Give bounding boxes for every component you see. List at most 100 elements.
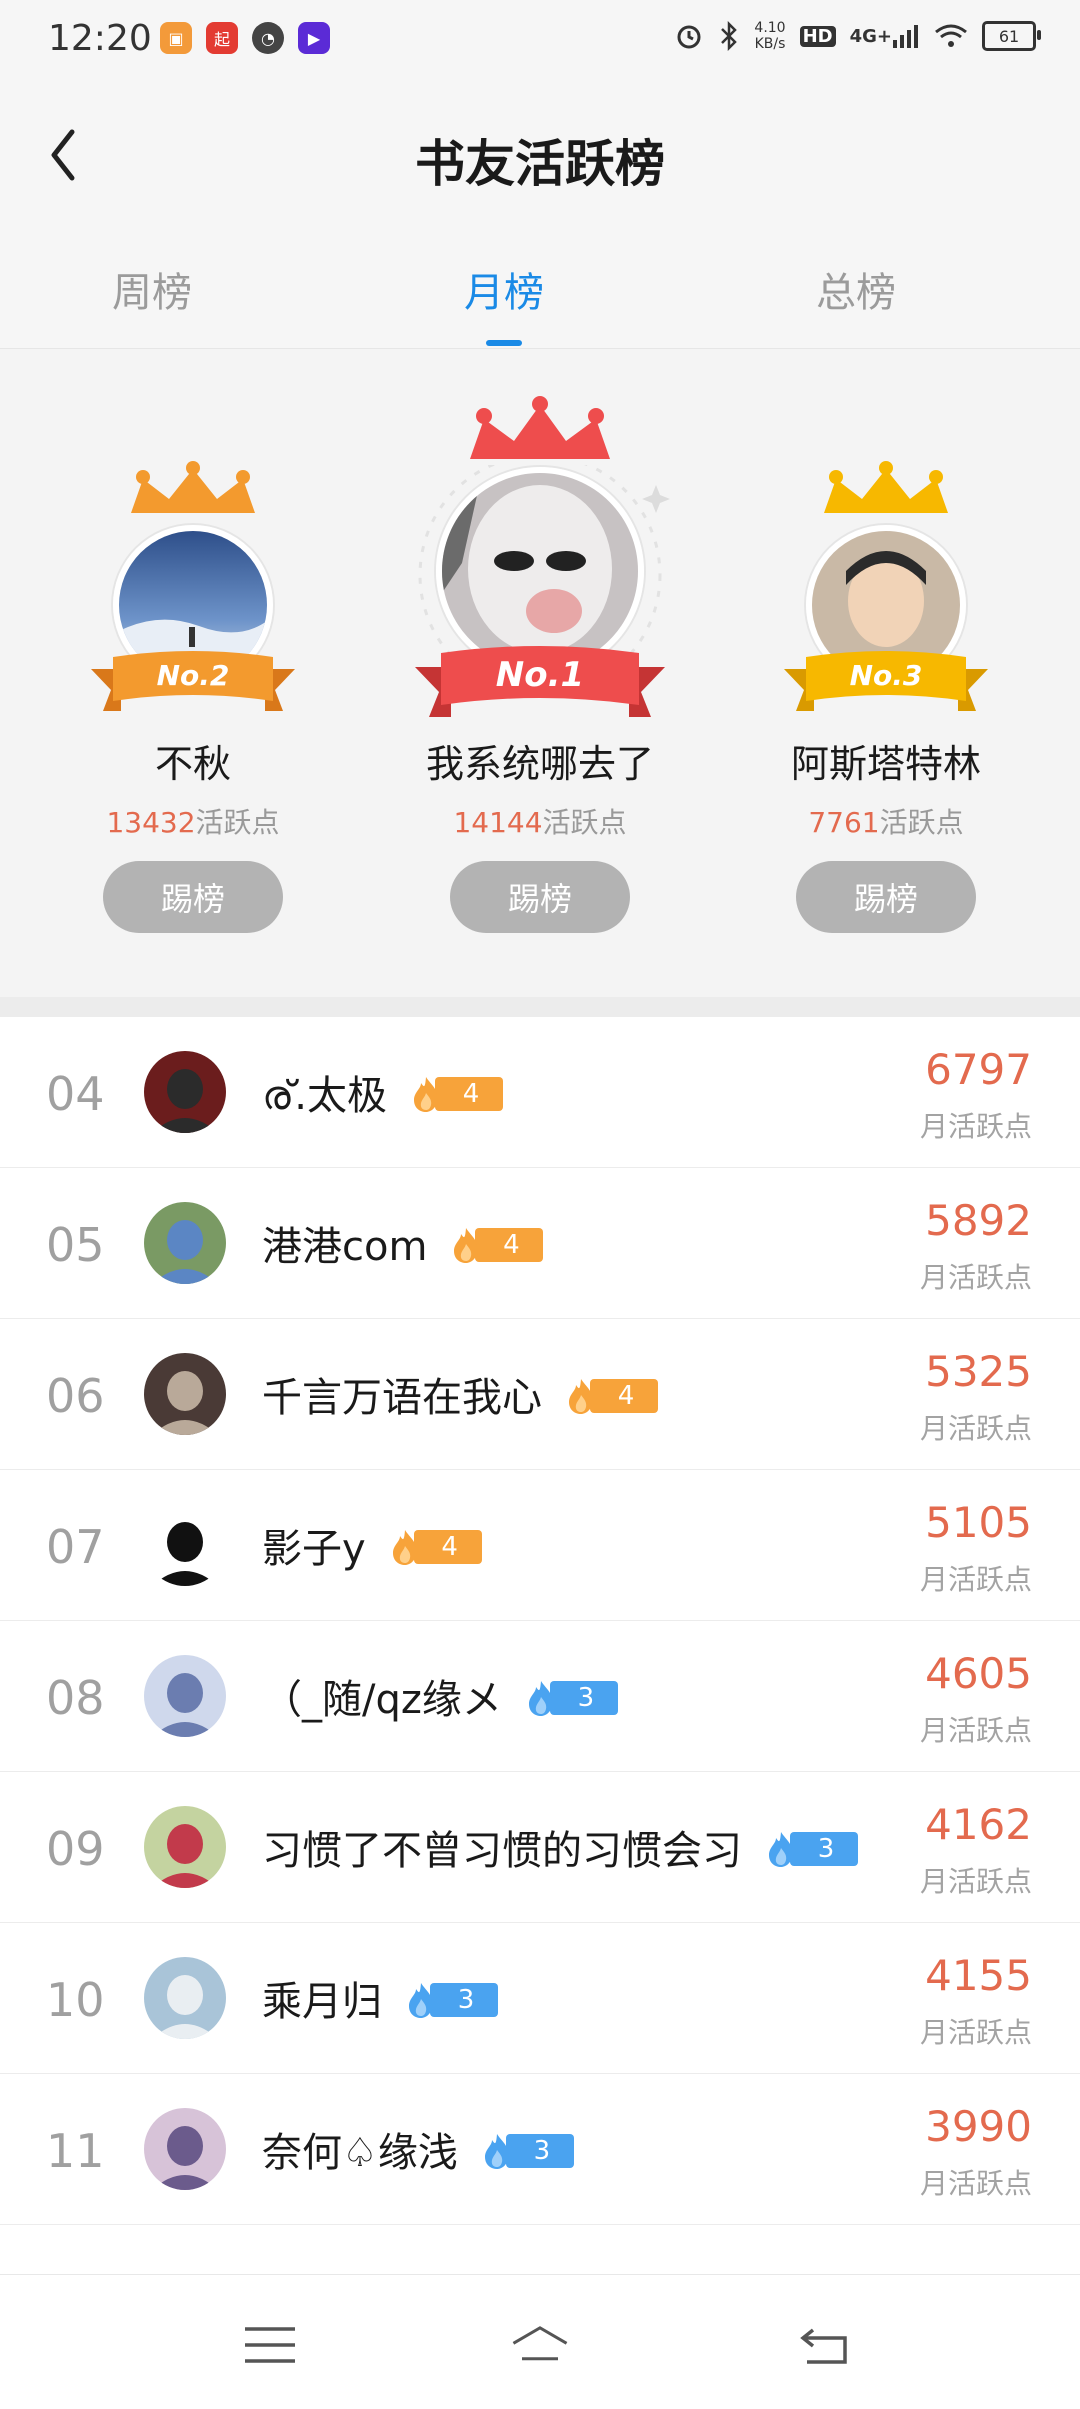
bluetooth-icon — [718, 21, 740, 51]
tab-total[interactable]: 总榜 — [756, 260, 956, 318]
crown-icon — [460, 395, 620, 473]
user-name: 习惯了不曾习惯的习惯会习 3 — [262, 1818, 858, 1876]
status-right: 4.10 KB/s HD 4G+ 61 — [674, 20, 1041, 52]
level-badge: 4 — [451, 1228, 544, 1263]
rank-number: 10 — [46, 1973, 105, 2027]
level-number: 4 — [413, 1530, 482, 1564]
level-badge: 4 — [390, 1530, 482, 1565]
kick-button[interactable]: 踢榜 — [450, 861, 630, 933]
menu-icon[interactable] — [240, 2315, 300, 2375]
page-title: 书友活跃榜 — [415, 135, 665, 193]
flame-icon — [454, 1228, 478, 1263]
user-name-text: （_随/qz缘メ — [262, 1677, 502, 1723]
notification-app-icon: ▣ — [160, 22, 192, 54]
table-row[interactable]: 07 影子y 4 5105 月活跃点 — [0, 1470, 1080, 1621]
top-three-podium: No.2 不秋 13432活跃点 踢榜 No.1 我系统哪去了 14144活跃点… — [0, 349, 1080, 997]
user-name: ര്.太极 4 — [262, 1063, 503, 1121]
points-unit: 月活跃点 — [919, 1412, 1032, 1445]
avatar[interactable] — [144, 2108, 226, 2190]
level-number: 4 — [590, 1379, 658, 1413]
avatar[interactable] — [144, 1504, 226, 1586]
level-badge: 4 — [566, 1379, 658, 1414]
level-number: 3 — [790, 1832, 858, 1866]
table-row[interactable]: 09 习惯了不曾习惯的习惯会习 3 4162 月活跃点 — [0, 1772, 1080, 1923]
avatar[interactable] — [144, 1051, 226, 1133]
section-divider — [0, 997, 1080, 1017]
rank-number: 07 — [46, 1520, 105, 1574]
user-name: 影子y 4 — [262, 1516, 482, 1574]
points-value: 4162 — [925, 1800, 1032, 1849]
points-value: 3990 — [925, 2102, 1032, 2151]
rank-ribbon: No.1 — [415, 645, 665, 725]
tab-indicator — [486, 340, 522, 346]
table-row[interactable]: 10 乘月归 3 4155 月活跃点 — [0, 1923, 1080, 2074]
avatar[interactable] — [436, 467, 644, 675]
user-name-text: 乘月归 — [262, 1979, 382, 2025]
level-number: 4 — [475, 1228, 544, 1262]
podium-points: 7761活跃点 — [808, 806, 964, 839]
flame-icon — [484, 2134, 509, 2169]
level-badge: 3 — [482, 2134, 574, 2169]
avatar[interactable] — [144, 1806, 226, 1888]
points-unit: 月活跃点 — [919, 1563, 1032, 1596]
kick-button[interactable]: 踢榜 — [796, 861, 976, 933]
status-app-icons: ▣ 起 ◔ ▶ — [160, 22, 330, 54]
speed-app-icon: ◔ — [252, 22, 284, 54]
flame-icon — [392, 1530, 416, 1565]
signal-icon: 4G+ — [850, 24, 920, 48]
flame-icon — [769, 1832, 793, 1867]
table-row[interactable]: 04 ര്.太极 4 6797 月活跃点 — [0, 1017, 1080, 1168]
tab-monthly[interactable]: 月榜 — [404, 260, 604, 318]
podium-second: No.2 不秋 13432活跃点 踢榜 — [13, 349, 373, 997]
qidian-app-icon: 起 — [206, 22, 238, 54]
user-name-text: 奈何♤缘浅 — [262, 2130, 458, 2176]
podium-name: 阿斯塔特林 — [790, 742, 981, 786]
wifi-icon — [934, 23, 968, 49]
table-row[interactable]: 05 港港com 4 5892 月活跃点 — [0, 1168, 1080, 1319]
avatar[interactable] — [144, 1202, 226, 1284]
status-time: 12:20 — [48, 18, 152, 59]
flame-icon — [528, 1681, 553, 1716]
user-name: （_随/qz缘メ 3 — [262, 1667, 618, 1725]
podium-name: 不秋 — [154, 742, 231, 786]
battery-icon: 61 — [982, 21, 1041, 51]
avatar[interactable] — [144, 1353, 226, 1435]
rank-number: 08 — [46, 1671, 105, 1725]
user-name-text: 影子y — [262, 1526, 366, 1572]
user-name: 奈何♤缘浅 3 — [262, 2120, 574, 2178]
tab-weekly[interactable]: 周榜 — [52, 260, 252, 318]
points-unit: 月活跃点 — [919, 1714, 1032, 1747]
level-badge: 4 — [411, 1077, 503, 1112]
user-name: 千言万语在我心 4 — [262, 1365, 658, 1423]
rank-number: 05 — [46, 1218, 105, 1272]
table-row[interactable]: 08 （_随/qz缘メ 3 4605 月活跃点 — [0, 1621, 1080, 1772]
system-nav-bar — [0, 2274, 1080, 2409]
points-unit: 月活跃点 — [919, 1865, 1032, 1898]
avatar[interactable] — [144, 1655, 226, 1737]
points-value: 5892 — [925, 1196, 1032, 1245]
flame-icon — [413, 1077, 438, 1112]
table-row[interactable]: 11 奈何♤缘浅 3 3990 月活跃点 — [0, 2074, 1080, 2225]
home-icon[interactable] — [510, 2315, 570, 2375]
flame-icon — [409, 1983, 433, 2018]
points-unit: 月活跃点 — [919, 1261, 1032, 1294]
tab-bar: 周榜 月榜 总榜 — [0, 230, 1080, 349]
status-bar: 12:20 ▣ 起 ◔ ▶ 4.10 KB/s HD 4G+ 61 — [0, 0, 1080, 80]
podium-third: No.3 阿斯塔特林 7761活跃点 踢榜 — [706, 349, 1066, 997]
rank-number: 11 — [46, 2124, 105, 2178]
user-name: 港港com 4 — [262, 1214, 544, 1272]
back-icon[interactable] — [794, 2315, 854, 2375]
kick-button[interactable]: 踢榜 — [103, 861, 283, 933]
points-unit: 月活跃点 — [919, 1110, 1032, 1143]
hd-icon: HD — [799, 25, 836, 47]
network-speed: 4.10 KB/s — [754, 20, 786, 52]
podium-name: 我系统哪去了 — [425, 742, 654, 786]
user-name-text: 习惯了不曾习惯的习惯会习 — [262, 1828, 742, 1874]
table-row[interactable]: 06 千言万语在我心 4 5325 月活跃点 — [0, 1319, 1080, 1470]
user-name-text: ര്.太极 — [262, 1073, 387, 1119]
rank-number: 04 — [46, 1067, 105, 1121]
avatar[interactable] — [144, 1957, 226, 2039]
user-name-text: 千言万语在我心 — [262, 1375, 542, 1421]
alarm-icon — [674, 21, 704, 51]
points-value: 6797 — [925, 1045, 1032, 1094]
